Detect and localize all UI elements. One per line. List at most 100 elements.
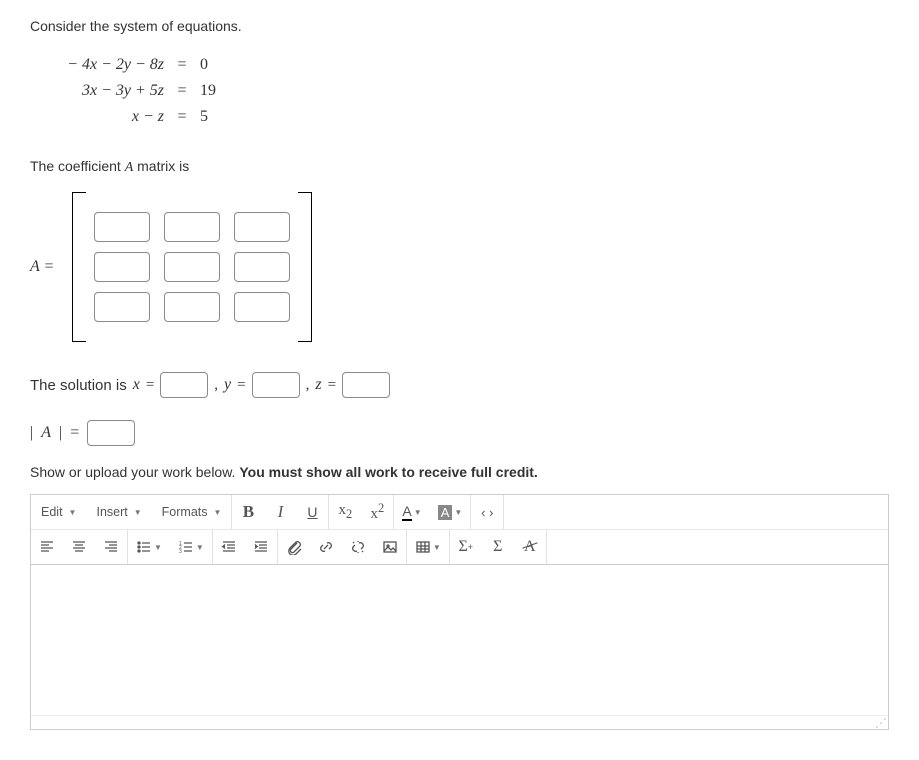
matrix-variable: A bbox=[125, 160, 134, 175]
outdent-button[interactable] bbox=[213, 530, 245, 564]
comma: , bbox=[214, 377, 218, 394]
equals: = bbox=[146, 377, 154, 394]
text: matrix is bbox=[133, 158, 189, 174]
align-right-button[interactable] bbox=[95, 530, 127, 564]
matrix-grid bbox=[86, 202, 298, 332]
indent-button[interactable] bbox=[245, 530, 277, 564]
determinant-row: | A | = bbox=[30, 420, 889, 446]
equation-lhs: − 4x − 2y − 8z bbox=[44, 56, 164, 74]
matrix-cell-3-2[interactable] bbox=[164, 292, 220, 322]
caret-down-icon: ▼ bbox=[154, 543, 162, 552]
equation-row: 3x − 3y + 5z = 19 bbox=[44, 78, 889, 104]
bullet-list-icon bbox=[136, 539, 152, 555]
outdent-icon bbox=[221, 539, 237, 555]
align-left-button[interactable] bbox=[31, 530, 63, 564]
caret-down-icon: ▼ bbox=[433, 543, 441, 552]
equation-insert-button[interactable]: Σ+ bbox=[450, 530, 482, 564]
abs-bar-open: | bbox=[30, 424, 33, 442]
code-button[interactable]: ‹ › bbox=[471, 495, 503, 529]
equals: = bbox=[328, 377, 336, 394]
equation-strike-button[interactable]: A bbox=[514, 530, 546, 564]
number-list-icon: 123 bbox=[178, 539, 194, 555]
equation-system: − 4x − 2y − 8z = 0 3x − 3y + 5z = 19 x −… bbox=[44, 52, 889, 130]
paperclip-icon bbox=[286, 539, 302, 555]
solution-x-input[interactable] bbox=[160, 372, 208, 398]
matrix-input-area: A = bbox=[30, 192, 889, 342]
caret-down-icon: ▼ bbox=[454, 508, 462, 517]
determinant-input[interactable] bbox=[87, 420, 135, 446]
var-z: z bbox=[315, 376, 321, 394]
equals: = bbox=[70, 424, 79, 442]
matrix-cell-3-1[interactable] bbox=[94, 292, 150, 322]
equation-rhs: 0 bbox=[200, 56, 240, 74]
caret-down-icon: ▼ bbox=[414, 508, 422, 517]
var-x: x bbox=[133, 376, 140, 394]
superscript-button[interactable]: x2 bbox=[361, 495, 393, 529]
table-icon bbox=[415, 539, 431, 555]
equation-rhs: 19 bbox=[200, 82, 240, 100]
equation-button[interactable]: Σ bbox=[482, 530, 514, 564]
formats-menu[interactable]: Formats▼ bbox=[152, 495, 232, 529]
comma: , bbox=[306, 377, 310, 394]
abs-bar-close: | bbox=[59, 424, 62, 442]
caret-down-icon: ▼ bbox=[214, 508, 222, 517]
attachment-button[interactable] bbox=[278, 530, 310, 564]
text: The coefficient bbox=[30, 158, 125, 174]
editor-toolbar: Edit▼ Insert▼ Formats▼ B I U x2 x2 A▼ A▼… bbox=[31, 495, 888, 565]
grip-icon: ⋰ bbox=[875, 719, 885, 727]
matrix-cell-2-3[interactable] bbox=[234, 252, 290, 282]
align-center-button[interactable] bbox=[63, 530, 95, 564]
caret-down-icon: ▼ bbox=[134, 508, 142, 517]
number-list-button[interactable]: 123▼ bbox=[170, 530, 212, 564]
rich-text-editor: Edit▼ Insert▼ Formats▼ B I U x2 x2 A▼ A▼… bbox=[30, 494, 889, 730]
matrix-cell-1-2[interactable] bbox=[164, 212, 220, 242]
align-left-icon bbox=[39, 539, 55, 555]
edit-menu[interactable]: Edit▼ bbox=[31, 495, 86, 529]
unlink-button[interactable] bbox=[342, 530, 374, 564]
indent-icon bbox=[253, 539, 269, 555]
bullet-list-button[interactable]: ▼ bbox=[128, 530, 170, 564]
underline-button[interactable]: U bbox=[296, 495, 328, 529]
bold-button[interactable]: B bbox=[232, 495, 264, 529]
editor-resize-handle[interactable]: ⋰ bbox=[31, 715, 888, 729]
equals: = bbox=[237, 377, 245, 394]
solution-label: The solution is bbox=[30, 377, 127, 394]
det-var: A bbox=[41, 424, 51, 442]
unlink-icon bbox=[350, 539, 366, 555]
solution-y-input[interactable] bbox=[252, 372, 300, 398]
solution-row: The solution is x = , y = , z = bbox=[30, 372, 889, 398]
equals-sign: = bbox=[164, 82, 200, 100]
svg-text:3: 3 bbox=[179, 549, 182, 555]
table-button[interactable]: ▼ bbox=[407, 530, 449, 564]
bracket-right-icon bbox=[298, 192, 312, 342]
align-center-icon bbox=[71, 539, 87, 555]
caret-down-icon: ▼ bbox=[69, 508, 77, 517]
coefficient-matrix-label: The coefficient A matrix is bbox=[30, 158, 889, 176]
equation-lhs: x − z bbox=[44, 108, 164, 126]
link-button[interactable] bbox=[310, 530, 342, 564]
text: Show or upload your work below. bbox=[30, 464, 239, 480]
work-instruction: Show or upload your work below. You must… bbox=[30, 464, 889, 480]
matrix-cell-1-1[interactable] bbox=[94, 212, 150, 242]
matrix-cell-2-1[interactable] bbox=[94, 252, 150, 282]
bracket-left-icon bbox=[72, 192, 86, 342]
equals-sign: = bbox=[164, 56, 200, 74]
caret-down-icon: ▼ bbox=[196, 543, 204, 552]
solution-z-input[interactable] bbox=[342, 372, 390, 398]
matrix-cell-2-2[interactable] bbox=[164, 252, 220, 282]
image-button[interactable] bbox=[374, 530, 406, 564]
matrix-cell-3-3[interactable] bbox=[234, 292, 290, 322]
var-y: y bbox=[224, 376, 231, 394]
background-color-button[interactable]: A▼ bbox=[430, 495, 471, 529]
italic-button[interactable]: I bbox=[264, 495, 296, 529]
equals-sign: = bbox=[164, 108, 200, 126]
equation-lhs: 3x − 3y + 5z bbox=[44, 82, 164, 100]
subscript-button[interactable]: x2 bbox=[329, 495, 361, 529]
equation-rhs: 5 bbox=[200, 108, 240, 126]
insert-menu[interactable]: Insert▼ bbox=[86, 495, 151, 529]
editor-content-area[interactable] bbox=[31, 565, 888, 715]
image-icon bbox=[382, 539, 398, 555]
link-icon bbox=[318, 539, 334, 555]
matrix-cell-1-3[interactable] bbox=[234, 212, 290, 242]
text-color-button[interactable]: A▼ bbox=[394, 495, 429, 529]
